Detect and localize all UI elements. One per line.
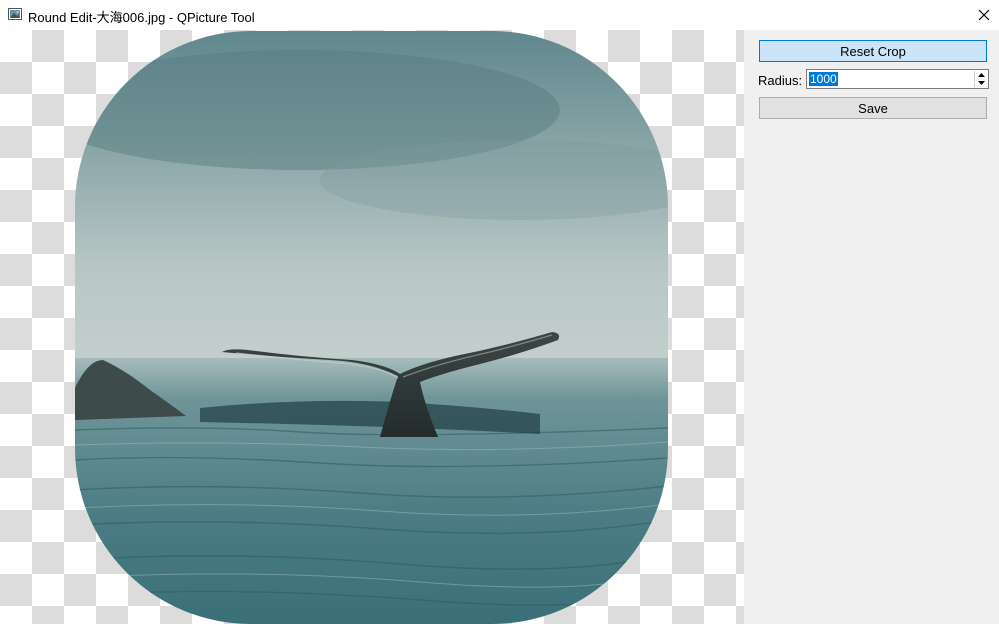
chevron-up-icon: [977, 73, 985, 77]
spin-up-button[interactable]: [975, 71, 987, 79]
close-icon: [978, 9, 990, 21]
chevron-down-icon: [977, 81, 985, 85]
reset-crop-button[interactable]: Reset Crop: [759, 40, 987, 62]
spin-arrows: [974, 71, 987, 87]
title-bar[interactable]: Round Edit-大海006.jpg - QPicture Tool: [0, 0, 999, 30]
picture-icon: [8, 8, 22, 20]
window-title: Round Edit-大海006.jpg - QPicture Tool: [28, 10, 255, 25]
control-panel: Reset Crop Radius: 1000 Save: [744, 30, 999, 624]
app-window: Round Edit-大海006.jpg - QPicture Tool Res…: [0, 0, 999, 624]
radius-input[interactable]: 1000: [809, 72, 838, 86]
radius-spinbox[interactable]: 1000: [806, 69, 989, 89]
spin-down-button[interactable]: [975, 79, 987, 87]
radius-label: Radius:: [758, 73, 803, 88]
close-button[interactable]: [969, 0, 999, 30]
save-button[interactable]: Save: [759, 97, 987, 119]
whale-tail-ocean-photo: [75, 31, 668, 624]
image-canvas[interactable]: [0, 30, 744, 624]
